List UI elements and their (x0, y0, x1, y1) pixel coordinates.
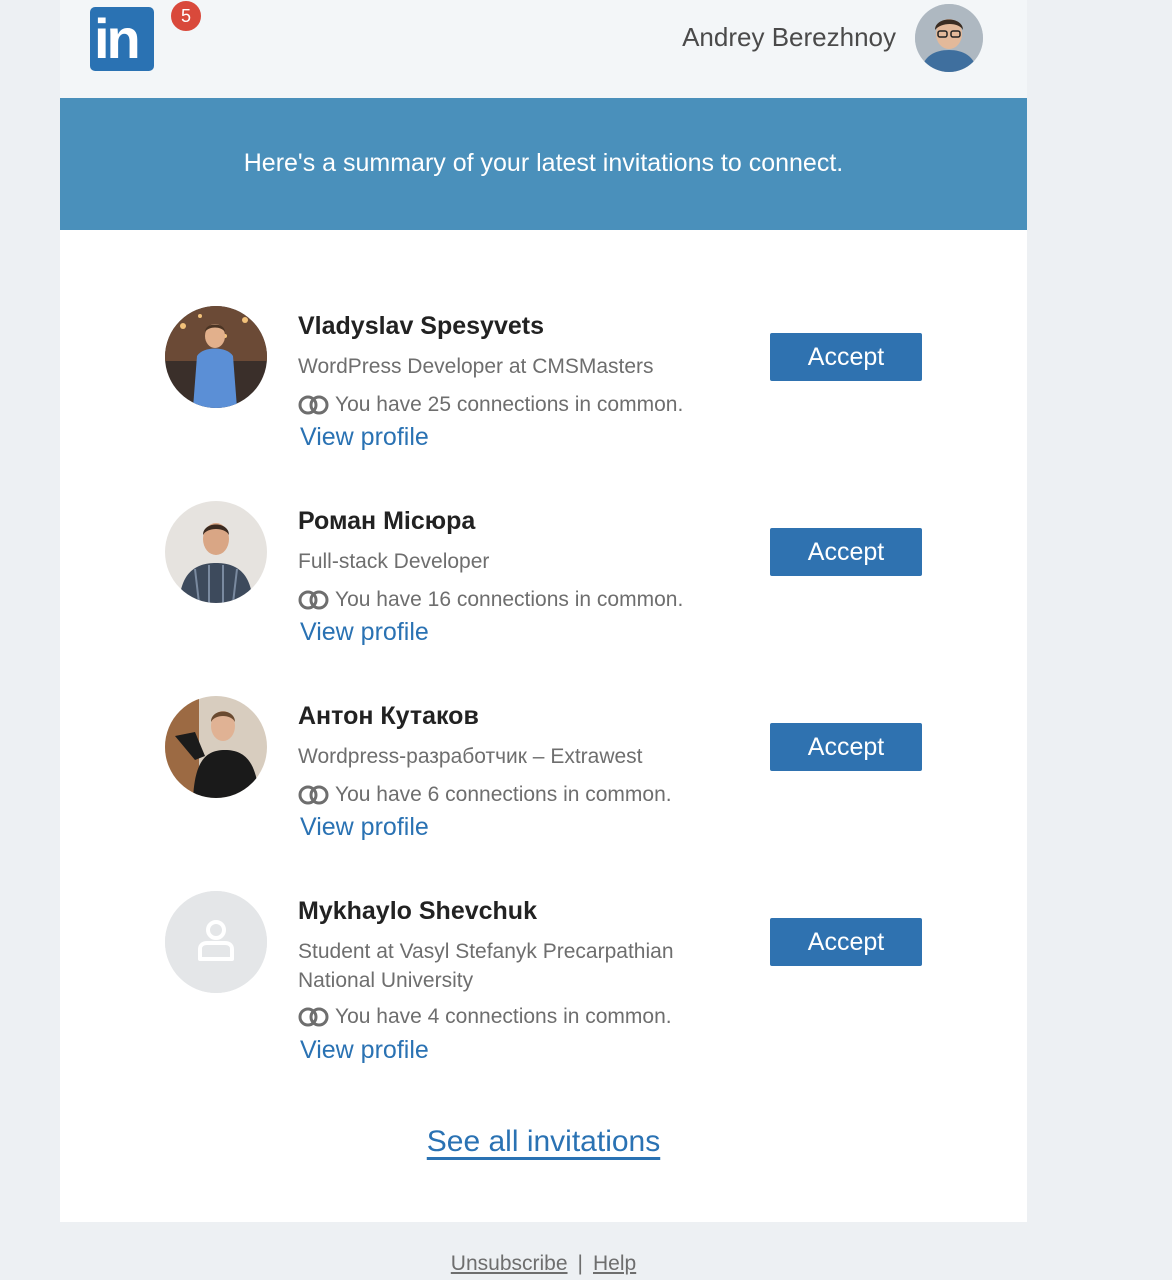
accept-button[interactable]: Accept (770, 918, 922, 966)
linkedin-logo-text: in (94, 7, 141, 70)
connections-in-common-text: You have 25 connections in common. (335, 393, 684, 416)
help-link[interactable]: Help (593, 1252, 636, 1275)
summary-banner: Here's a summary of your latest invitati… (60, 98, 1027, 230)
see-all-invitations: See all invitations (60, 1125, 1027, 1159)
default-person-icon (165, 891, 267, 993)
invitation-name[interactable]: Mykhaylo Shevchuk (298, 897, 537, 926)
invitation-item: Роман Місюра Full-stack Developer You ha… (165, 501, 925, 651)
email-card: in 5 Andrey Berezhnoy Here's a summary o… (60, 0, 1027, 1222)
unsubscribe-link[interactable]: Unsubscribe (451, 1252, 568, 1275)
recipient-avatar-photo (915, 4, 983, 72)
footer-separator: | (577, 1252, 583, 1275)
connections-in-common: You have 25 connections in common. (298, 393, 683, 417)
linkedin-logo[interactable]: in 5 (90, 0, 203, 71)
recipient-avatar[interactable] (915, 4, 983, 72)
invitation-headline: Full-stack Developer (298, 550, 490, 573)
invitation-avatar[interactable] (165, 501, 267, 603)
view-profile-link[interactable]: View profile (300, 423, 429, 452)
invitation-avatar[interactable] (165, 696, 267, 798)
connections-icon (298, 1007, 329, 1027)
invitation-headline: Student at Vasyl Stefanyk Precarpathian … (298, 940, 674, 992)
invitation-headline: Wordpress-разработчик – Extrawest (298, 745, 643, 768)
view-profile-link[interactable]: View profile (300, 618, 429, 647)
invitation-avatar[interactable] (165, 306, 267, 408)
accept-button[interactable]: Accept (770, 528, 922, 576)
accept-button[interactable]: Accept (770, 333, 922, 381)
invitation-name[interactable]: Vladyslav Spesyvets (298, 312, 544, 341)
connections-in-common-text: You have 4 connections in common. (335, 1005, 672, 1028)
email-footer: Unsubscribe | Help (0, 1252, 1087, 1276)
view-profile-link[interactable]: View profile (300, 1036, 429, 1065)
see-all-invitations-link[interactable]: See all invitations (427, 1125, 660, 1158)
connections-in-common: You have 6 connections in common. (298, 783, 672, 807)
notification-badge: 5 (169, 0, 203, 33)
invitation-avatar-photo (165, 501, 267, 603)
connections-in-common-text: You have 6 connections in common. (335, 783, 672, 806)
invitation-avatar[interactable] (165, 891, 267, 993)
invitation-avatar-photo (165, 696, 267, 798)
view-profile-link[interactable]: View profile (300, 813, 429, 842)
connections-icon (298, 785, 329, 805)
invitation-item: Антон Кутаков Wordpress-разработчик – Ex… (165, 696, 925, 846)
invitation-name[interactable]: Антон Кутаков (298, 702, 479, 731)
connections-in-common: You have 4 connections in common. (298, 1005, 672, 1029)
invitation-item: Vladyslav Spesyvets WordPress Developer … (165, 306, 925, 456)
invitation-name[interactable]: Роман Місюра (298, 507, 475, 536)
connections-icon (298, 395, 329, 415)
email-header: in 5 Andrey Berezhnoy (60, 0, 1027, 98)
connections-in-common: You have 16 connections in common. (298, 588, 683, 612)
connections-icon (298, 590, 329, 610)
invitation-headline: WordPress Developer at CMSMasters (298, 355, 654, 378)
recipient-name: Andrey Berezhnoy (682, 22, 896, 52)
invitation-item: Mykhaylo Shevchuk Student at Vasyl Stefa… (165, 891, 925, 1071)
invitation-avatar-photo (165, 306, 267, 408)
summary-banner-text: Here's a summary of your latest invitati… (243, 149, 844, 177)
connections-in-common-text: You have 16 connections in common. (335, 588, 684, 611)
accept-button[interactable]: Accept (770, 723, 922, 771)
